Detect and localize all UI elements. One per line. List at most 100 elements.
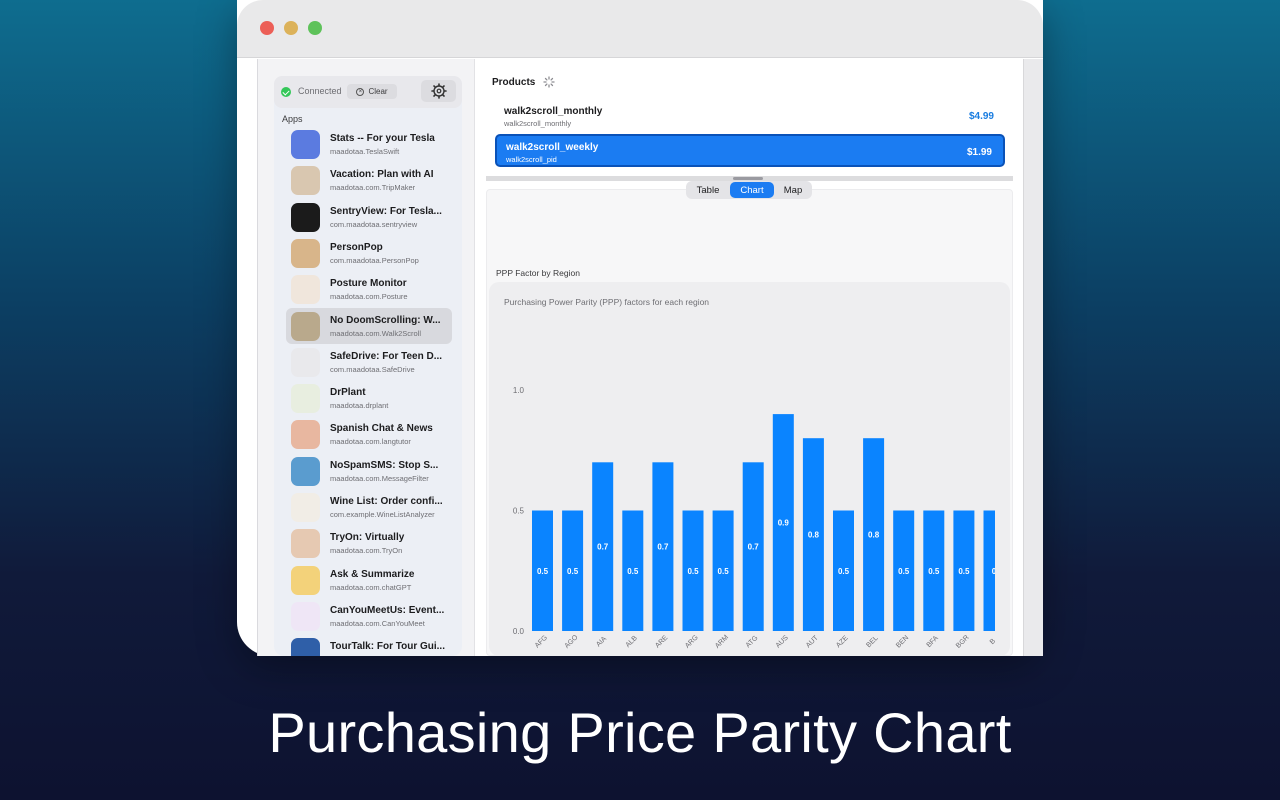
- personpop-app-icon: [291, 238, 320, 268]
- app-bundle-id: maadotaa.com.MessageFilter: [330, 473, 429, 483]
- app-list-item[interactable]: Spanish Chat & News maadotaa.com.langtuto…: [286, 416, 452, 452]
- clear-x-icon: ×: [356, 87, 365, 96]
- x-tick-label: ARG: [684, 634, 700, 650]
- app-name: Spanish Chat & News: [330, 423, 433, 435]
- drplant-app-icon: [291, 384, 320, 414]
- close-window-button[interactable]: [260, 21, 274, 35]
- product-price: $1.99: [966, 147, 992, 158]
- window-right-edge: [1023, 59, 1043, 656]
- connected-status-label: Connected: [298, 86, 342, 96]
- app-name: SafeDrive: For Teen D...: [330, 350, 443, 362]
- app-name: PersonPop: [330, 241, 383, 253]
- minimize-window-button[interactable]: [284, 21, 298, 35]
- nospamsms-app-icon: [291, 456, 320, 486]
- app-bundle-id: com.example.WineListAnalyzer: [330, 510, 435, 519]
- x-tick-label: ARM: [714, 634, 730, 650]
- ppp-bar-chart: 0.0 0.5 1.0 0.5 0.5 0.7 0.5 0.7 0.5 0.5 0.7 0.9 0.8…: [513, 386, 997, 650]
- app-bundle-id: com.maadotaa.SafeDrive: [330, 364, 415, 374]
- app-list-item[interactable]: SentryView: For Tesla... com.maadotaa.sen…: [286, 199, 452, 235]
- x-tick-label: AUT: [805, 634, 820, 649]
- app-name: DrPlant: [330, 387, 366, 399]
- winelist-app-icon: [291, 493, 320, 522]
- x-tick-label: B: [989, 638, 997, 646]
- bar-value-label: 0.5: [898, 567, 910, 576]
- tab-map[interactable]: Map: [776, 182, 810, 198]
- app-list-item[interactable]: DrPlant maadotaa.drplant: [286, 380, 452, 416]
- x-tick-label: AIA: [595, 635, 608, 648]
- gear-icon: [430, 83, 447, 99]
- tryon-app-icon: [291, 529, 320, 559]
- spanish-chat-app-icon: [291, 420, 320, 450]
- x-tick-label: BGR: [955, 634, 971, 650]
- app-list-item[interactable]: Ask & Summarize maadotaa.com.chatGPT: [286, 562, 452, 598]
- bar-value-label: 0.5: [567, 567, 579, 576]
- y-tick-label: 1.0: [513, 386, 525, 395]
- app-bundle-id: com.maadotaa.sentryview: [330, 219, 418, 229]
- app-bundle-id: maadotaa.TeslaSwift: [330, 147, 400, 156]
- x-tick-label: ARE: [654, 634, 669, 649]
- x-tick-label: AFG: [534, 634, 549, 649]
- bar-value-label: 0.5: [928, 567, 940, 576]
- product-id: walk2scroll_pid: [506, 155, 557, 164]
- posture-app-icon: [291, 275, 320, 305]
- y-tick-label: 0.0: [513, 627, 525, 636]
- x-tick-label: AZE: [835, 634, 850, 649]
- app-name: Stats -- For your Tesla: [330, 133, 435, 144]
- app-name: No DoomScrolling: W...: [330, 314, 441, 326]
- app-list-item[interactable]: Wine List: Order confi... com.example.Win…: [286, 489, 452, 525]
- app-name: NoSpamSMS: Stop S...: [330, 459, 439, 471]
- tourtalk-app-icon: [291, 638, 320, 656]
- app-bundle-id: com.maadotaa.PersonPop: [330, 255, 419, 265]
- product-name: walk2scroll_weekly: [506, 142, 599, 153]
- bar-value-label: 0.5: [718, 567, 730, 576]
- app-list-item[interactable]: NoSpamSMS: Stop S... maadotaa.com.Message…: [286, 453, 452, 489]
- clear-button-label: Clear: [368, 87, 388, 96]
- app-list-item[interactable]: Posture Monitor maadotaa.com.Posture: [286, 271, 452, 307]
- app-list-item[interactable]: TryOn: Virtually maadotaa.com.TryOn: [286, 525, 452, 561]
- bar-value-label: 0.9: [778, 519, 790, 528]
- app-list-item[interactable]: TourTalk: For Tour Gui...: [286, 634, 452, 656]
- app-list-item[interactable]: SafeDrive: For Teen D... com.maadotaa.Saf…: [286, 344, 452, 380]
- app-list-item[interactable]: PersonPop com.maadotaa.PersonPop: [286, 235, 452, 271]
- split-divider-handle[interactable]: [733, 177, 763, 180]
- app-list-item[interactable]: Vacation: Plan with AI maadotaa.com.TripM…: [286, 162, 452, 198]
- tab-table[interactable]: Table: [688, 182, 728, 198]
- x-tick-label: BEN: [895, 634, 910, 649]
- y-tick-label: 0.5: [513, 507, 525, 516]
- bar-value-label: 0.8: [868, 531, 880, 540]
- app-name: Posture Monitor: [330, 278, 407, 290]
- promo-headline: Purchasing Price Parity Chart: [268, 701, 1012, 764]
- nodoomscrolling-app-icon: [291, 311, 320, 341]
- vacation-app-icon: [291, 166, 320, 196]
- bar-value-label: 0.5: [838, 567, 850, 576]
- app-list-item[interactable]: Stats -- For your Tesla maadotaa.TeslaSwi…: [286, 126, 452, 162]
- x-tick-label: ATG: [745, 635, 760, 650]
- product-name: walk2scroll_monthly: [504, 106, 603, 117]
- clear-button[interactable]: × Clear: [347, 84, 397, 99]
- title-bar: [237, 0, 1043, 58]
- app-bundle-id: maadotaa.com.Walk2Scroll: [330, 328, 422, 338]
- ask-summarize-app-icon: [291, 565, 320, 595]
- stats-app-icon: [291, 130, 320, 159]
- app-list-item[interactable]: No DoomScrolling: W... maadotaa.com.Walk2…: [286, 307, 452, 344]
- app-bundle-id: maadotaa.com.chatGPT: [330, 582, 412, 592]
- app-bundle-id: maadotaa.drplant: [330, 401, 389, 411]
- product-row-weekly[interactable]: walk2scroll_weekly walk2scroll_pid $1.99: [495, 134, 1005, 167]
- app-bundle-id: maadotaa.com.Posture: [330, 292, 408, 302]
- app-name: TryOn: Virtually: [330, 532, 405, 544]
- connected-status-icon: [281, 87, 291, 97]
- zoom-window-button[interactable]: [308, 21, 322, 35]
- bar-value-label: 0.5: [687, 567, 699, 576]
- tab-chart[interactable]: Chart: [730, 182, 774, 198]
- sentryview-app-icon: [291, 202, 320, 232]
- product-id: walk2scroll_monthly: [504, 119, 572, 128]
- x-tick-label: BEL: [865, 635, 879, 649]
- apps-section-label: Apps: [282, 114, 303, 124]
- bar-value-label: 0: [992, 567, 997, 576]
- product-row-monthly[interactable]: walk2scroll_monthly walk2scroll_monthly …: [495, 100, 1005, 133]
- settings-button[interactable]: [421, 80, 456, 102]
- app-list-item[interactable]: CanYouMeetUs: Event... maadotaa.com.CanYo…: [286, 598, 452, 634]
- chart-bars: 0.5 0.5 0.7 0.5 0.7 0.5 0.5 0.7 0.9 0.8 0.5 0.8 0.5 0…: [532, 414, 997, 631]
- app-name: Wine List: Order confi...: [330, 496, 443, 507]
- x-tick-label: AGO: [564, 634, 580, 650]
